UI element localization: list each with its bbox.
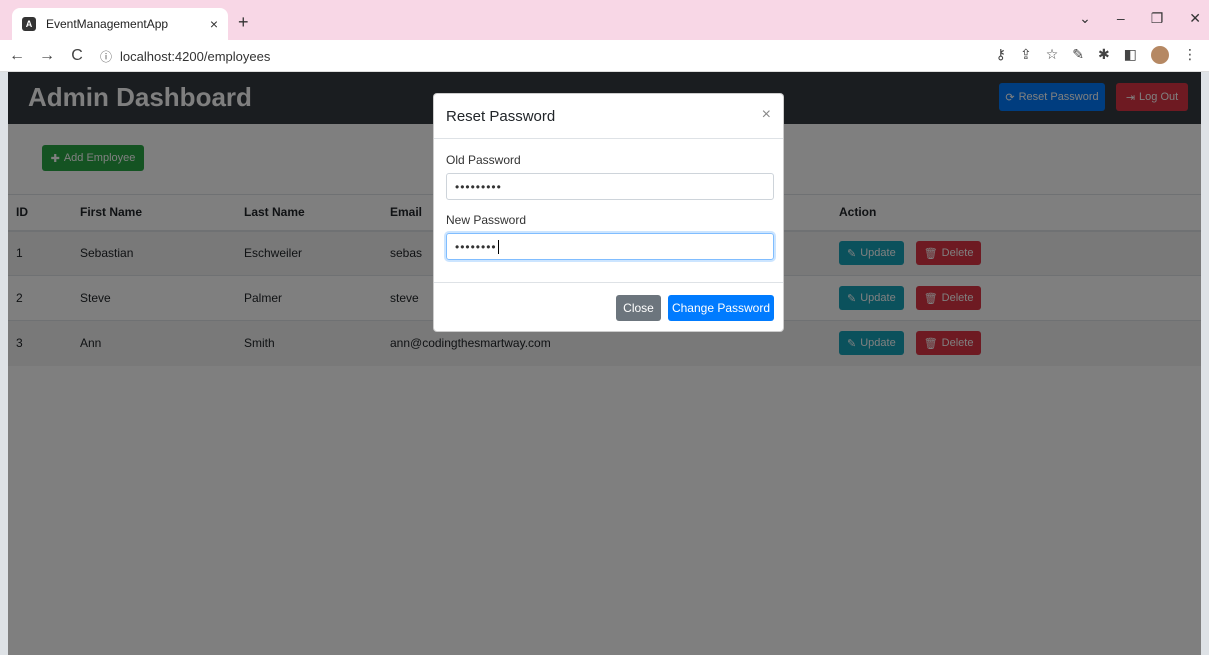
text-caret bbox=[497, 239, 499, 254]
old-password-input[interactable]: ••••••••• bbox=[446, 173, 774, 200]
old-password-value: ••••••••• bbox=[455, 179, 502, 194]
new-password-label: New Password bbox=[446, 213, 527, 227]
modal-body: Old Password ••••••••• New Password ••••… bbox=[434, 139, 783, 283]
tab-title: EventManagementApp bbox=[46, 17, 169, 31]
new-password-input[interactable]: •••••••• bbox=[446, 233, 774, 260]
eyedropper-icon[interactable]: ✎ bbox=[1072, 46, 1084, 64]
browser-toolbar: ← → C ⓘ localhost:4200/employees ⚷ ⇪ ☆ ✎… bbox=[0, 40, 1209, 72]
key-icon[interactable]: ⚷ bbox=[996, 46, 1006, 64]
avatar[interactable] bbox=[1151, 46, 1169, 64]
reload-icon[interactable]: C bbox=[64, 47, 90, 65]
url-text: localhost:4200/employees bbox=[120, 48, 271, 64]
close-button[interactable]: Close bbox=[616, 295, 661, 321]
reset-password-modal: Reset Password × Old Password ••••••••• … bbox=[433, 93, 784, 332]
browser-tab[interactable]: A EventManagementApp × bbox=[12, 8, 228, 40]
window-controls: ⌄ – ❐ ✕ bbox=[1079, 10, 1201, 27]
puzzle-icon[interactable]: ✱ bbox=[1098, 46, 1110, 64]
minimize-icon[interactable]: – bbox=[1117, 10, 1125, 27]
change-password-button[interactable]: Change Password bbox=[668, 295, 774, 321]
modal-footer: Close Change Password bbox=[434, 283, 783, 331]
browser-toolbar-icons: ⚷ ⇪ ☆ ✎ ✱ ◧ ⋮ bbox=[996, 46, 1197, 64]
back-icon[interactable]: ← bbox=[4, 47, 30, 65]
close-icon[interactable]: × bbox=[762, 106, 771, 124]
sidepanel-icon[interactable]: ◧ bbox=[1124, 46, 1137, 64]
tab-close-icon[interactable]: × bbox=[210, 16, 218, 32]
restore-icon[interactable]: ❐ bbox=[1151, 10, 1164, 27]
close-window-icon[interactable]: ✕ bbox=[1189, 10, 1201, 27]
menu-icon[interactable]: ⋮ bbox=[1183, 46, 1197, 64]
info-icon[interactable]: ⓘ bbox=[100, 48, 112, 65]
new-tab-icon[interactable]: + bbox=[238, 12, 249, 33]
star-icon[interactable]: ☆ bbox=[1046, 46, 1059, 64]
forward-icon[interactable]: → bbox=[34, 47, 60, 65]
share-icon[interactable]: ⇪ bbox=[1020, 46, 1032, 64]
modal-header: Reset Password × bbox=[434, 94, 783, 139]
modal-title: Reset Password bbox=[446, 108, 556, 125]
angular-icon: A bbox=[22, 17, 36, 31]
new-password-value: •••••••• bbox=[455, 239, 497, 254]
old-password-label: Old Password bbox=[446, 153, 521, 167]
chevron-down-icon[interactable]: ⌄ bbox=[1079, 10, 1091, 27]
browser-tabstrip: A EventManagementApp × + ⌄ – ❐ ✕ bbox=[0, 0, 1209, 40]
